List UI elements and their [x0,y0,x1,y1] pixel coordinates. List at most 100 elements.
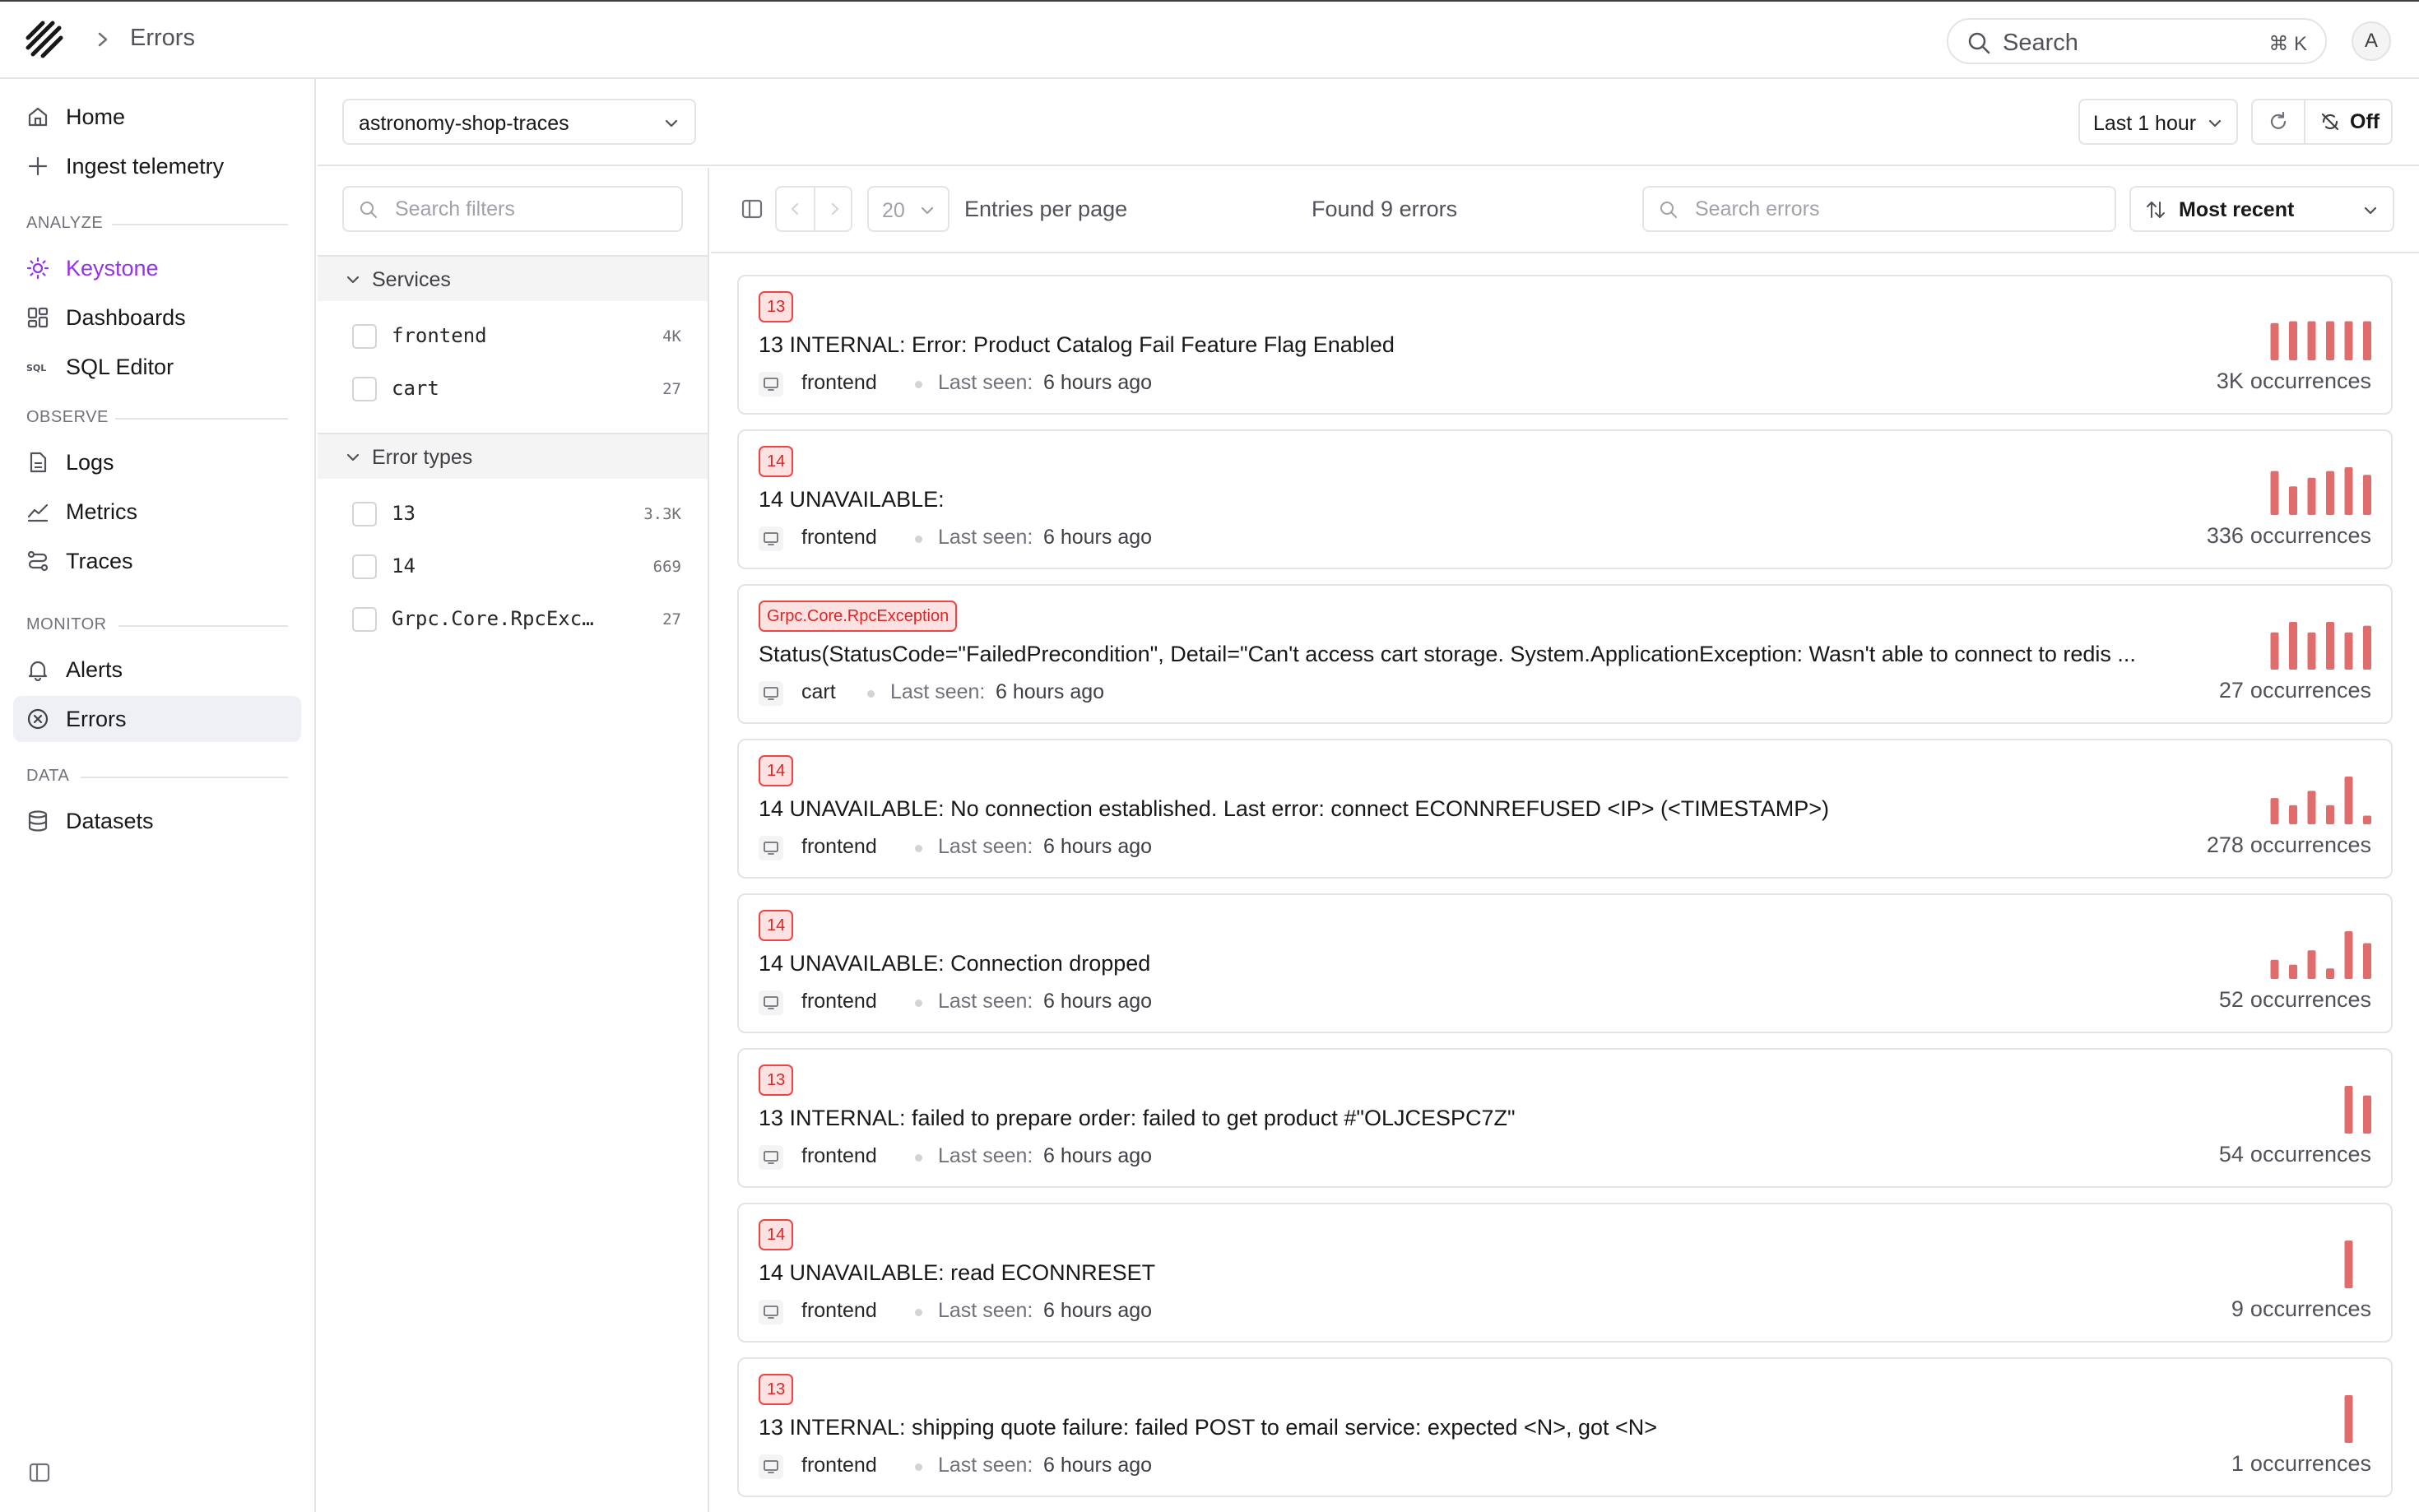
facet-checkbox[interactable] [352,502,377,526]
error-card[interactable]: 13 13 INTERNAL: failed to prepare order:… [737,1048,2393,1188]
sparkline-bar [2344,632,2353,670]
monitor-icon [764,1306,778,1319]
occurrence-count: 27 occurrences [2219,678,2371,703]
occurrence-number: 3K [2216,369,2244,393]
sidebar-item-traces[interactable]: Traces [13,538,301,584]
occurrence-label: occurrences [2250,1296,2371,1321]
facet-name: cart [392,377,439,400]
service-name: frontend [801,835,877,858]
chevron-down-icon [921,206,934,215]
sidebar-item-sql-editor[interactable]: SQL SQL Editor [13,344,301,390]
sidebar-item-home[interactable]: Home [13,94,301,140]
avatar[interactable]: A [2352,21,2391,61]
facet-checkbox[interactable] [352,607,377,632]
sidebar-item-keystone[interactable]: Keystone [13,245,301,291]
occurrence-count: 9 occurrences [2231,1296,2371,1322]
sparkline-bar [2289,964,2297,979]
error-message: 13 INTERNAL: Error: Product Catalog Fail… [759,332,1395,357]
error-card[interactable]: 14 14 UNAVAILABLE: frontend Last seen: 6… [737,429,2393,569]
sidebar-item-label: Datasets [66,809,154,833]
error-card[interactable]: 13 13 INTERNAL: Error: Product Catalog F… [737,275,2393,415]
monitor-icon [764,378,778,391]
sidebar-item-alerts[interactable]: Alerts [13,647,301,693]
service-name: frontend [801,1299,877,1322]
sparkline-bar [2326,321,2334,360]
error-type-badge: 13 [759,1064,794,1096]
search-shortcut: ⌘ K [2268,33,2307,55]
occurrence-number: 278 [2206,833,2244,857]
service-name: frontend [801,1144,877,1167]
last-seen-value: 6 hours ago [1043,1454,1153,1477]
filter-search-input[interactable] [395,188,675,230]
refresh-button[interactable] [2253,100,2304,143]
page-title: Errors [130,25,195,51]
error-message: 14 UNAVAILABLE: No connection establishe… [759,796,1830,821]
sql-icon: SQL [26,363,46,373]
sidebar-item-logs[interactable]: Logs [13,439,301,485]
previous-page-button[interactable] [777,188,814,230]
error-card[interactable]: Grpc.Core.RpcException Status(StatusCode… [737,584,2393,724]
chevron-right-icon [98,32,108,47]
sparkline-bar [2307,321,2316,360]
sidebar-item-datasets[interactable]: Datasets [13,798,301,844]
sort-select[interactable]: Most recent [2129,186,2394,232]
next-page-button[interactable] [815,188,852,230]
app-logo-icon[interactable] [25,20,64,59]
collapse-sidebar-icon[interactable] [28,1461,51,1484]
facet-checkbox[interactable] [352,377,377,401]
occurrence-sparkline [2270,622,2371,670]
service-icon-wrap [759,1145,783,1170]
error-message: Status(StatusCode="FailedPrecondition", … [759,642,2136,666]
sidebar-item-label: Keystone [66,256,159,281]
monitor-icon [764,996,778,1009]
facet-row[interactable]: cart 27 [318,362,708,415]
error-message: 14 UNAVAILABLE: Connection dropped [759,951,1151,976]
service-icon-wrap [759,372,783,397]
time-range-select[interactable]: Last 1 hour [2078,99,2238,145]
error-card[interactable]: 13 13 INTERNAL: shipping quote failure: … [737,1357,2393,1497]
service-icon-wrap [759,526,783,551]
occurrence-sparkline [2344,1086,2371,1134]
facet-row[interactable]: 13 3.3K [318,487,708,540]
refresh-group: Off [2251,99,2393,145]
sidebar-item-errors[interactable]: Errors [13,696,301,742]
error-search-input[interactable] [1695,188,2106,230]
error-list: 13 13 INTERNAL: Error: Product Catalog F… [737,275,2393,1512]
facet-row[interactable]: Grpc.Core.RpcExc… 27 [318,592,708,645]
filter-group-error-types[interactable]: Error types [318,433,708,479]
sidebar-item-dashboards[interactable]: Dashboards [13,295,301,341]
filter-group-services[interactable]: Services [318,255,708,301]
sidebar-item-label: Traces [66,549,133,573]
sparkline-bar [2363,321,2371,360]
dataset-select[interactable]: astronomy-shop-traces [342,99,696,145]
last-seen-value: 6 hours ago [1043,990,1153,1013]
auto-refresh-button[interactable]: Off [2305,100,2393,143]
error-card[interactable]: 14 14 UNAVAILABLE: read ECONNRESET front… [737,1203,2393,1343]
service-icon-wrap [759,1300,783,1324]
facet-row[interactable]: 14 669 [318,540,708,592]
plus-icon [28,156,48,176]
occurrence-number: 27 [2218,678,2244,703]
global-search-button[interactable]: Search ⌘ K [1947,18,2327,64]
facet-checkbox[interactable] [352,324,377,349]
sparkline-bar [2344,1395,2353,1443]
sidebar-item-label: Logs [66,450,114,475]
sparkline-bar [2270,959,2279,979]
facet-checkbox[interactable] [352,554,377,579]
error-card[interactable]: 14 14 UNAVAILABLE: No connection establi… [737,739,2393,879]
error-message: 13 INTERNAL: shipping quote failure: fai… [759,1415,1658,1440]
last-seen-value: 6 hours ago [1043,371,1153,394]
x-circle-icon [27,708,49,730]
facet-row[interactable]: frontend 4K [318,309,708,362]
sidebar-item-metrics[interactable]: Metrics [13,489,301,535]
toggle-filters-icon[interactable] [741,197,764,220]
entries-per-page-select[interactable]: 20 [867,186,949,232]
occurrence-count: 278 occurrences [2207,833,2371,858]
chevron-down-icon [346,453,360,461]
occurrence-number: 336 [2206,523,2244,548]
sidebar-item-ingest-telemetry[interactable]: Ingest telemetry [13,143,301,189]
sparkline-bar [2270,471,2279,515]
error-card[interactable]: 14 14 UNAVAILABLE: Connection dropped fr… [737,893,2393,1033]
sort-icon [2147,202,2165,218]
last-seen-label: Last seen: [938,526,1033,549]
